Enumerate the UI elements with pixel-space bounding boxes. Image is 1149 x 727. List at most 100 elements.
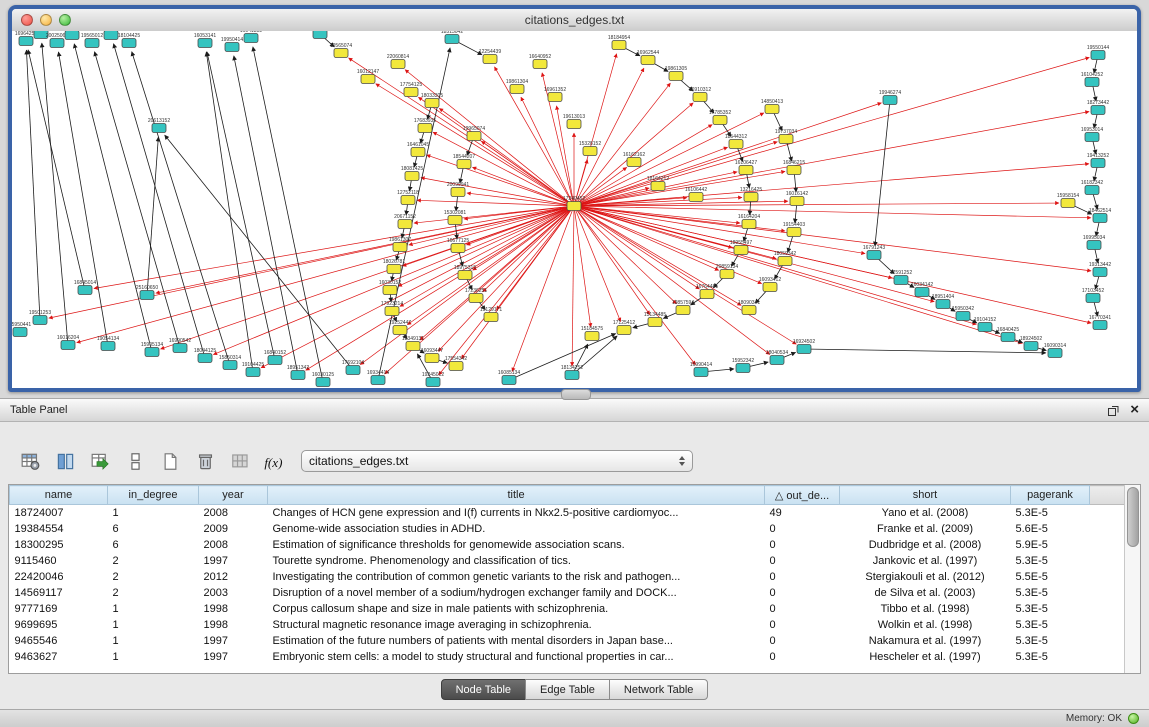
network-edge[interactable] <box>574 206 676 304</box>
network-node[interactable]: 15952342 <box>732 358 754 373</box>
table-cell[interactable]: 0 <box>765 521 840 537</box>
table-cell[interactable]: 5.3E-5 <box>1011 617 1090 633</box>
close-panel-icon[interactable]: × <box>1130 403 1139 417</box>
network-node[interactable]: 16640952 <box>529 54 551 69</box>
table-cell[interactable]: 1997 <box>199 649 268 665</box>
table-cell[interactable]: 1997 <box>199 633 268 649</box>
network-node[interactable]: 19946274 <box>879 90 901 105</box>
row-height-icon[interactable] <box>123 449 147 473</box>
network-node[interactable]: 18462514 <box>1089 208 1111 223</box>
network-node[interactable]: 16030125 <box>312 372 334 387</box>
import-table-icon[interactable] <box>88 449 112 473</box>
network-node[interactable]: 16182342 <box>1081 180 1103 195</box>
table-cell[interactable]: 0 <box>765 601 840 617</box>
network-node[interactable]: 18059342 <box>774 251 796 266</box>
network-edge[interactable] <box>574 112 1089 206</box>
network-node[interactable]: 18951342 <box>287 365 309 380</box>
table-cell[interactable]: 1 <box>108 505 199 522</box>
table-cell[interactable]: Nakamura et al. (1997) <box>840 633 1011 649</box>
network-node[interactable]: 15184575 <box>581 326 603 341</box>
network-node[interactable]: 15850314 <box>219 355 241 370</box>
network-edge[interactable] <box>574 206 796 344</box>
network-node[interactable]: 17103452 <box>1082 288 1104 303</box>
table-cell[interactable]: 5.3E-5 <box>1011 553 1090 569</box>
table-cell[interactable]: 49 <box>765 505 840 522</box>
network-edge[interactable] <box>574 103 881 206</box>
table-cell[interactable]: 9777169 <box>10 601 108 617</box>
function-builder-icon[interactable]: f(x) <box>263 449 287 473</box>
network-node[interactable]: 16995034 <box>1083 235 1105 250</box>
network-node[interactable]: 16106427 <box>735 160 757 175</box>
network-edge[interactable] <box>427 155 574 206</box>
network-node[interactable]: 18184954 <box>608 35 630 50</box>
network-edge[interactable] <box>509 334 616 380</box>
network-node[interactable]: 16953014 <box>1081 127 1103 142</box>
network-node[interactable]: 19861307 <box>389 237 411 252</box>
column-header[interactable]: year <box>199 486 268 505</box>
table-row[interactable]: 969969511998Structural magnetic resonanc… <box>10 617 1125 633</box>
network-edge[interactable] <box>574 206 696 365</box>
network-edge[interactable] <box>253 47 323 382</box>
table-cell[interactable]: 5.6E-5 <box>1011 521 1090 537</box>
delete-columns-icon[interactable] <box>193 449 217 473</box>
network-edge[interactable] <box>572 206 574 366</box>
network-node[interactable]: 19965074 <box>463 126 485 141</box>
network-edge[interactable] <box>418 97 574 206</box>
table-row[interactable]: 946554611997Estimation of the future num… <box>10 633 1125 649</box>
table-cell[interactable]: 18724007 <box>10 505 108 522</box>
network-node[interactable]: 16162162 <box>623 152 645 167</box>
network-edge[interactable] <box>574 206 976 324</box>
table-cell[interactable]: Wolkin et al. (1998) <box>840 617 1011 633</box>
table-cell[interactable]: 5.5E-5 <box>1011 569 1090 585</box>
network-node[interactable]: 19104425 <box>242 362 264 377</box>
minimize-window-button[interactable] <box>40 14 52 26</box>
table-cell[interactable]: 5.3E-5 <box>1011 505 1090 522</box>
zoom-window-button[interactable] <box>59 14 71 26</box>
table-cell[interactable]: 5.9E-5 <box>1011 537 1090 553</box>
table-cell[interactable]: 0 <box>765 553 840 569</box>
network-node[interactable]: 19550144 <box>1087 45 1109 60</box>
delete-table-icon[interactable] <box>228 449 252 473</box>
table-cell[interactable]: Investigating the contribution of common… <box>268 569 765 585</box>
network-edge[interactable] <box>574 206 650 315</box>
network-node[interactable]: 17923214 <box>381 301 403 316</box>
network-view[interactable]: 1724045218033305176839351646104518081425… <box>12 31 1137 388</box>
network-node[interactable]: 18044125 <box>194 348 216 363</box>
table-cell[interactable]: Franke et al. (2009) <box>840 521 1011 537</box>
table-cell[interactable]: 6 <box>108 537 199 553</box>
table-cell[interactable]: Corpus callosum shape and size in male p… <box>268 601 765 617</box>
network-node[interactable]: 16053141 <box>194 33 216 48</box>
network-node[interactable]: 16090314 <box>1044 343 1066 358</box>
network-node[interactable]: 15950441 <box>12 322 31 337</box>
table-cell[interactable]: 9115460 <box>10 553 108 569</box>
table-row[interactable]: 977716911998Corpus callosum shape and si… <box>10 601 1125 617</box>
close-window-button[interactable] <box>21 14 33 26</box>
table-row[interactable]: 1830029562008Estimation of significance … <box>10 537 1125 553</box>
network-node[interactable]: 19861305 <box>665 66 687 81</box>
table-cell[interactable]: 1998 <box>199 617 268 633</box>
network-edge[interactable] <box>161 206 574 349</box>
network-node[interactable]: 17125412 <box>613 320 635 335</box>
network-node[interactable]: 15328152 <box>579 141 601 156</box>
network-node[interactable]: 19252447 <box>389 320 411 335</box>
network-edge[interactable] <box>77 206 574 343</box>
network-node[interactable]: 18134252 <box>561 365 583 380</box>
table-cell[interactable]: 2008 <box>199 505 268 522</box>
network-edge[interactable] <box>207 52 275 360</box>
table-selector-dropdown[interactable]: citations_edges.txt <box>301 450 693 472</box>
table-row[interactable]: 1456911722003Disruption of a novel membe… <box>10 585 1125 601</box>
network-node[interactable]: 16016142 <box>786 191 808 206</box>
network-edge[interactable] <box>804 349 1046 353</box>
table-mode-icon[interactable] <box>18 449 42 473</box>
column-header[interactable]: name <box>10 486 108 505</box>
network-graph[interactable]: 1724045218033305176839351646104518081425… <box>12 31 1137 388</box>
table-cell[interactable]: 1997 <box>199 553 268 569</box>
table-cell[interactable]: 5.3E-5 <box>1011 601 1090 617</box>
network-node[interactable]: 16093412 <box>759 277 781 292</box>
table-cell[interactable]: 2 <box>108 585 199 601</box>
table-cell[interactable]: 0 <box>765 649 840 665</box>
table-cell[interactable]: Stergiakouli et al. (2012) <box>840 569 1011 585</box>
tab-node-table[interactable]: Node Table <box>441 679 526 700</box>
float-panel-icon[interactable] <box>1107 404 1120 417</box>
table-row[interactable]: 1872400712008Changes of HCN gene express… <box>10 505 1125 522</box>
